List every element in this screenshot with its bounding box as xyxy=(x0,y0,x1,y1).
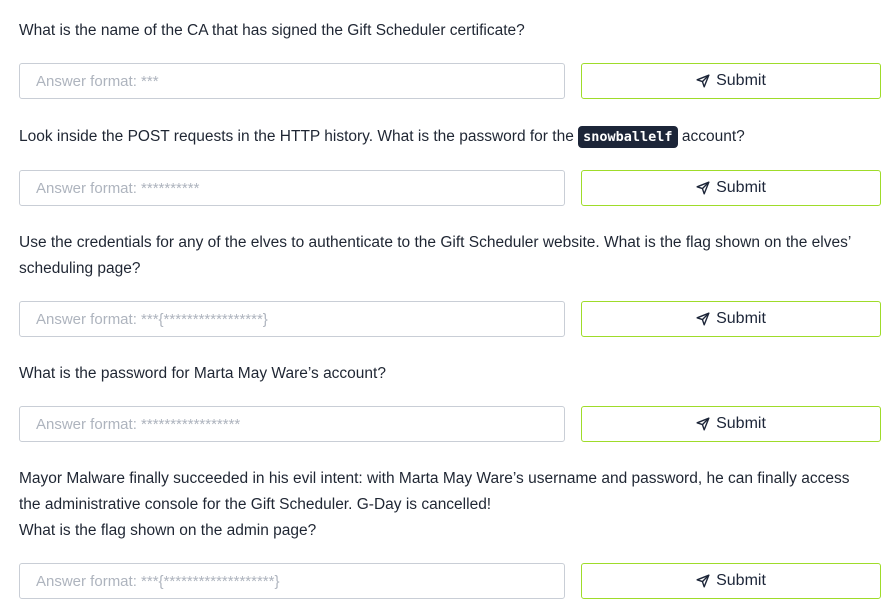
question-5-text: Mayor Malware finally succeeded in his e… xyxy=(19,466,859,544)
question-3-text: Use the credentials for any of the elves… xyxy=(19,234,851,277)
paper-plane-icon xyxy=(696,312,710,326)
question-2-text: Look inside the POST requests in the HTT… xyxy=(19,124,859,150)
submit-5-label: Submit xyxy=(716,572,766,589)
question-4-text: What is the password for Marta May Ware’… xyxy=(19,365,386,382)
submit-5-button[interactable]: Submit xyxy=(581,563,881,599)
answer-3-input[interactable] xyxy=(19,301,565,337)
answer-1-input[interactable] xyxy=(19,63,565,99)
answer-2-input[interactable] xyxy=(19,170,565,206)
question-2-text-before: Look inside the POST requests in the HTT… xyxy=(19,128,574,145)
paper-plane-icon xyxy=(696,417,710,431)
submit-3-label: Submit xyxy=(716,310,766,327)
question-5-text-line2: What is the flag shown on the admin page… xyxy=(19,522,317,539)
submit-4-button[interactable]: Submit xyxy=(581,406,881,442)
submit-3-button[interactable]: Submit xyxy=(581,301,881,337)
paper-plane-icon xyxy=(696,574,710,588)
paper-plane-icon xyxy=(696,181,710,195)
answer-4-input[interactable] xyxy=(19,406,565,442)
paper-plane-icon xyxy=(696,74,710,88)
submit-1-button[interactable]: Submit xyxy=(581,63,881,99)
question-2-text-after: account? xyxy=(681,128,745,145)
submit-1-label: Submit xyxy=(716,72,766,89)
question-1-text: What is the name of the CA that has sign… xyxy=(19,22,525,39)
answer-5-input[interactable] xyxy=(19,563,565,599)
username-code: snowballelf xyxy=(578,125,678,148)
submit-4-label: Submit xyxy=(716,415,766,432)
submit-2-label: Submit xyxy=(716,179,766,196)
question-5-text-line1: Mayor Malware finally succeeded in his e… xyxy=(19,470,850,513)
submit-2-button[interactable]: Submit xyxy=(581,170,881,206)
